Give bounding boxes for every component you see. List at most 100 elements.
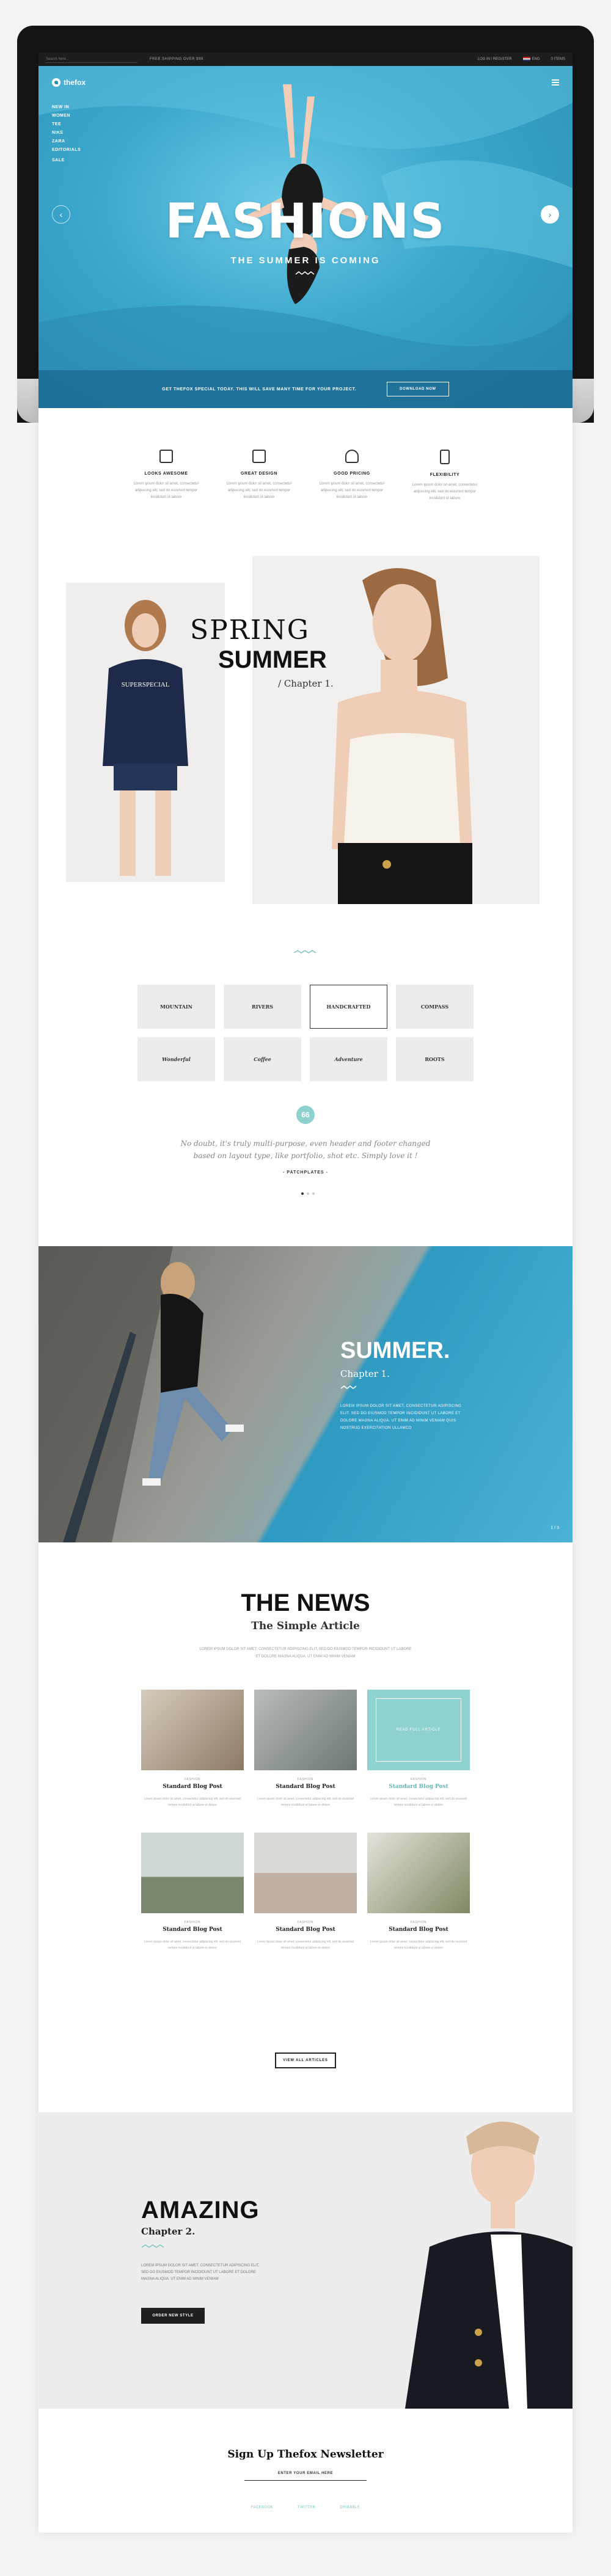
feature-text: Lorem ipsum dolor sit amet, consectetur … <box>412 483 478 500</box>
mug-icon <box>345 450 359 463</box>
post-title[interactable]: Standard Blog Post <box>254 1784 357 1790</box>
language-label: ENG <box>532 57 540 62</box>
brand-logo[interactable]: ROOTS <box>396 1037 474 1081</box>
features-row: LOOKS AWESOME Lorem ipsum dolor sit amet… <box>38 450 573 502</box>
newsletter-email-field[interactable]: ENTER YOUR EMAIL HERE <box>244 2472 367 2481</box>
download-button[interactable]: DOWNLOAD NOW <box>387 382 449 396</box>
post-title[interactable]: Standard Blog Post <box>141 1927 244 1933</box>
nav-item[interactable]: Tee <box>52 122 81 126</box>
hamburger-icon[interactable] <box>552 79 559 86</box>
feature-item: GREAT DESIGN Lorem ipsum dolor sit amet,… <box>225 450 293 502</box>
brand-logo[interactable]: MOUNTAIN <box>137 985 215 1029</box>
top-bar: Search here... FREE SHIPPING OVER $99 LO… <box>38 53 573 66</box>
mobile-icon <box>440 450 450 464</box>
main-nav: New In Women Tee Nike Zara Editorials Sa… <box>52 105 81 167</box>
pager-dot[interactable] <box>312 1192 315 1195</box>
hero-title: FASHIONS <box>165 194 446 249</box>
logo-text: thefox <box>64 78 86 87</box>
collection-chapter: / Chapter 1. <box>278 678 334 689</box>
news-title: THE NEWS <box>241 1589 370 1616</box>
summer-text: LOREM IPSUM DOLOR SIT AMET, CONSECTETUR … <box>340 1404 462 1430</box>
account-link[interactable]: LOG IN / REGISTER <box>478 57 512 61</box>
pager-dot[interactable] <box>307 1192 309 1195</box>
post-thumbnail[interactable]: READ FULL ARTICLE <box>367 1690 470 1770</box>
feature-title: FLEXIBILITY <box>430 473 460 477</box>
brand-logo[interactable]: Adventure <box>310 1037 387 1081</box>
nav-item[interactable]: Zara <box>52 139 81 144</box>
view-all-articles-button[interactable]: VIEW ALL ARTICLES <box>275 2052 336 2068</box>
post-thumbnail[interactable] <box>141 1833 244 1913</box>
post-thumbnail[interactable] <box>367 1833 470 1913</box>
post-title[interactable]: Standard Blog Post <box>367 1927 470 1933</box>
nav-item[interactable]: Nike <box>52 131 81 135</box>
feature-title: LOOKS AWESOME <box>144 472 188 476</box>
collection-line2: SUMMER <box>218 646 327 673</box>
cart-link[interactable]: 0 ITEMS <box>551 57 565 61</box>
brand-logo[interactable]: RIVERS <box>224 985 301 1029</box>
website-page: Search here... FREE SHIPPING OVER $99 LO… <box>38 53 573 2533</box>
brand-logos: MOUNTAIN RIVERS HANDCRAFTED COMPASS Wond… <box>137 985 474 1081</box>
summer-title: SUMMER. <box>340 1338 450 1363</box>
feature-text: Lorem ipsum dolor sit amet, consectetur … <box>226 482 292 499</box>
post-thumbnail[interactable] <box>254 1690 357 1770</box>
collection-line1: SPRING <box>190 615 310 646</box>
squiggle-divider <box>141 2244 164 2248</box>
post-excerpt: Lorem ipsum dolor sit amet, consectetur … <box>370 1940 467 1950</box>
post-title[interactable]: Standard Blog Post <box>141 1784 244 1790</box>
blog-post-card[interactable]: READ FULL ARTICLE FASHION Standard Blog … <box>367 1690 470 1808</box>
news-description: LOREM IPSUM DOLOR SIT AMET, CONSECTETUR … <box>199 1647 412 1658</box>
post-thumbnail[interactable] <box>141 1690 244 1770</box>
feature-item: GOOD PRICING Lorem ipsum dolor sit amet,… <box>318 450 386 502</box>
feature-text: Lorem ipsum dolor sit amet, consectetur … <box>133 482 199 499</box>
nav-item[interactable]: Women <box>52 114 81 118</box>
bookmark-icon <box>252 450 266 463</box>
post-excerpt: Lorem ipsum dolor sit amet, consectetur … <box>144 1940 241 1950</box>
order-style-button[interactable]: ORDER NEW STYLE <box>141 2308 205 2324</box>
blog-post-card[interactable]: FASHION Standard Blog Post Lorem ipsum d… <box>254 1833 357 1951</box>
feature-item: LOOKS AWESOME Lorem ipsum dolor sit amet… <box>132 450 200 502</box>
amazing-title: AMAZING <box>141 2197 260 2224</box>
blog-post-card[interactable]: FASHION Standard Blog Post Lorem ipsum d… <box>367 1833 470 1951</box>
post-title[interactable]: Standard Blog Post <box>254 1927 357 1933</box>
brand-logo[interactable]: HANDCRAFTED <box>310 985 387 1029</box>
news-grid: FASHION Standard Blog Post Lorem ipsum d… <box>141 1690 470 1951</box>
feature-title: GOOD PRICING <box>334 472 370 476</box>
summer-photo <box>38 1246 244 1542</box>
nav-item[interactable]: Editorials <box>52 148 81 152</box>
post-excerpt: Lorem ipsum dolor sit amet, consectetur … <box>144 1797 241 1807</box>
pager-dot[interactable] <box>301 1192 304 1195</box>
read-more-overlay[interactable]: READ FULL ARTICLE <box>376 1698 461 1762</box>
quote-line: No doubt, it's truly multi-purpose, even… <box>180 1139 431 1148</box>
social-link-facebook[interactable]: FACEBOOK <box>251 2506 273 2509</box>
promo-band: GET THEFOX SPECIAL TODAY. THIS WILL SAVE… <box>38 370 573 408</box>
squiggle-divider <box>295 271 315 275</box>
language-selector[interactable]: ENG <box>522 57 540 62</box>
brand-logo[interactable]: Coffee <box>224 1037 301 1081</box>
post-category: FASHION <box>184 1921 201 1924</box>
post-excerpt: Lorem ipsum dolor sit amet, consectetur … <box>257 1940 354 1950</box>
amazing-text: LOREM IPSUM DOLOR SIT AMET, CONSECTETUR … <box>141 2264 260 2281</box>
testimonial-quote: No doubt, it's truly multi-purpose, even… <box>38 1137 573 1162</box>
post-title[interactable]: Standard Blog Post <box>367 1784 470 1790</box>
nav-item[interactable]: New In <box>52 105 81 109</box>
social-link-twitter[interactable]: TWITTER <box>298 2506 315 2509</box>
social-link-dribbble[interactable]: DRIBBBLE <box>340 2506 360 2509</box>
blog-post-card[interactable]: FASHION Standard Blog Post Lorem ipsum d… <box>141 1833 244 1951</box>
summer-chapter: Chapter 1. <box>340 1368 390 1379</box>
blog-post-card[interactable]: FASHION Standard Blog Post Lorem ipsum d… <box>254 1690 357 1808</box>
post-category: FASHION <box>184 1778 201 1781</box>
site-logo[interactable]: thefox <box>52 78 86 87</box>
squiggle-divider <box>38 947 573 958</box>
blog-post-card[interactable]: FASHION Standard Blog Post Lorem ipsum d… <box>141 1690 244 1808</box>
testimonial-pager <box>301 1192 315 1195</box>
post-category: FASHION <box>297 1921 314 1924</box>
post-excerpt: Lorem ipsum dolor sit amet, consectetur … <box>257 1797 354 1807</box>
search-input[interactable]: Search here... <box>46 56 137 63</box>
brand-logo[interactable]: COMPASS <box>396 985 474 1029</box>
news-subtitle: The Simple Article <box>251 1620 360 1632</box>
fox-icon <box>52 78 60 87</box>
squiggle-divider <box>340 1385 357 1389</box>
post-thumbnail[interactable] <box>254 1833 357 1913</box>
brand-logo[interactable]: Wonderful <box>137 1037 215 1081</box>
nav-item-sale[interactable]: Sale <box>52 158 81 162</box>
